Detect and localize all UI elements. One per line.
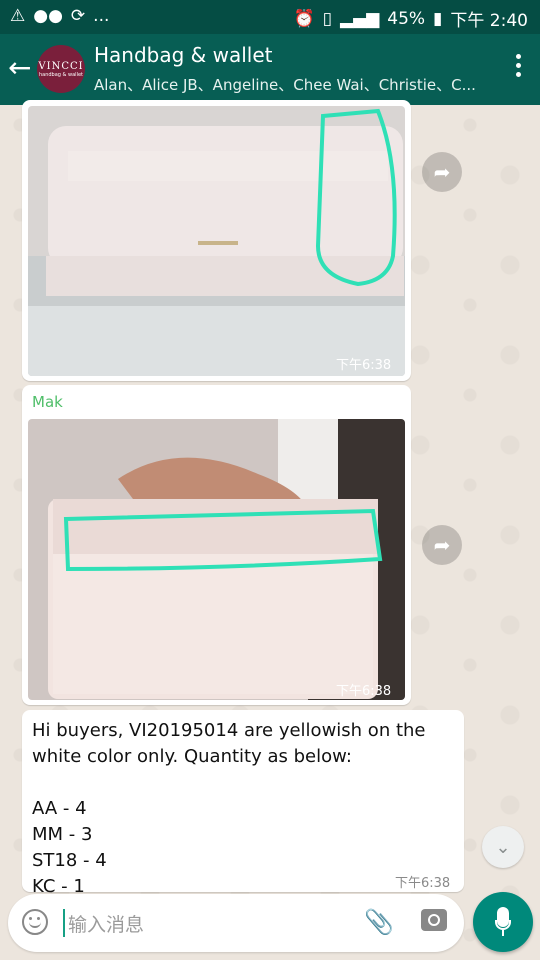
participants-list[interactable]: Alan、Alice JB、Angeline、Chee Wai、Christie…	[94, 74, 494, 95]
text-caret	[63, 909, 65, 937]
message-input-bar: 输入消息 📎	[8, 894, 464, 952]
wechat-icon: ●●	[33, 6, 63, 26]
group-avatar[interactable]: VINCCI handbag & wallet	[37, 45, 85, 93]
battery-percent: 45%	[387, 8, 426, 29]
battery-icon: ▮	[433, 8, 443, 29]
message-time: 下午6:38	[395, 876, 451, 891]
handbag-photo[interactable]	[28, 106, 405, 376]
warning-icon: ⚠	[10, 6, 26, 26]
status-bar: ⚠ ●● ⟳ ... ⏰ ▯ ▂▄▆ 45% ▮ 下午 2:40	[0, 0, 540, 34]
scroll-to-bottom-button[interactable]: ⌄	[482, 826, 524, 868]
vibrate-icon: ▯	[322, 8, 333, 29]
emoji-icon[interactable]	[22, 909, 48, 935]
message-time: 下午6:38	[336, 684, 392, 699]
signal-icon: ▂▄▆	[340, 8, 380, 29]
avatar-sub: handbag & wallet	[38, 71, 84, 78]
sync-icon: ⟳	[70, 6, 86, 26]
chevron-down-icon: ⌄	[495, 836, 511, 858]
handbag-photo[interactable]	[28, 419, 405, 700]
chat-header: ← VINCCI handbag & wallet Handbag & wall…	[0, 34, 540, 105]
clock: 下午 2:40	[450, 11, 528, 31]
image-message[interactable]: 下午6:38	[22, 100, 411, 381]
camera-icon[interactable]	[421, 909, 447, 931]
voice-message-button[interactable]	[473, 892, 533, 952]
message-input[interactable]: 输入消息	[68, 910, 144, 937]
chat-title[interactable]: Handbag & wallet	[94, 43, 273, 67]
overflow-menu-icon[interactable]	[516, 54, 522, 81]
forward-icon[interactable]: ➦	[422, 525, 462, 565]
avatar-logo: VINCCI	[38, 60, 84, 72]
text-message[interactable]: Hi buyers, VI20195014 are yellowish on t…	[22, 710, 464, 897]
message-time: 下午6:38	[336, 358, 392, 373]
alarm-icon: ⏰	[293, 8, 315, 29]
back-arrow-icon[interactable]: ←	[8, 54, 31, 82]
forward-icon[interactable]: ➦	[422, 152, 462, 192]
image-message[interactable]: Mak 下午6:38	[22, 385, 411, 705]
more-notifications-text: ...	[93, 6, 110, 26]
attachment-icon[interactable]: 📎	[364, 908, 394, 936]
sender-name: Mak	[32, 393, 63, 411]
